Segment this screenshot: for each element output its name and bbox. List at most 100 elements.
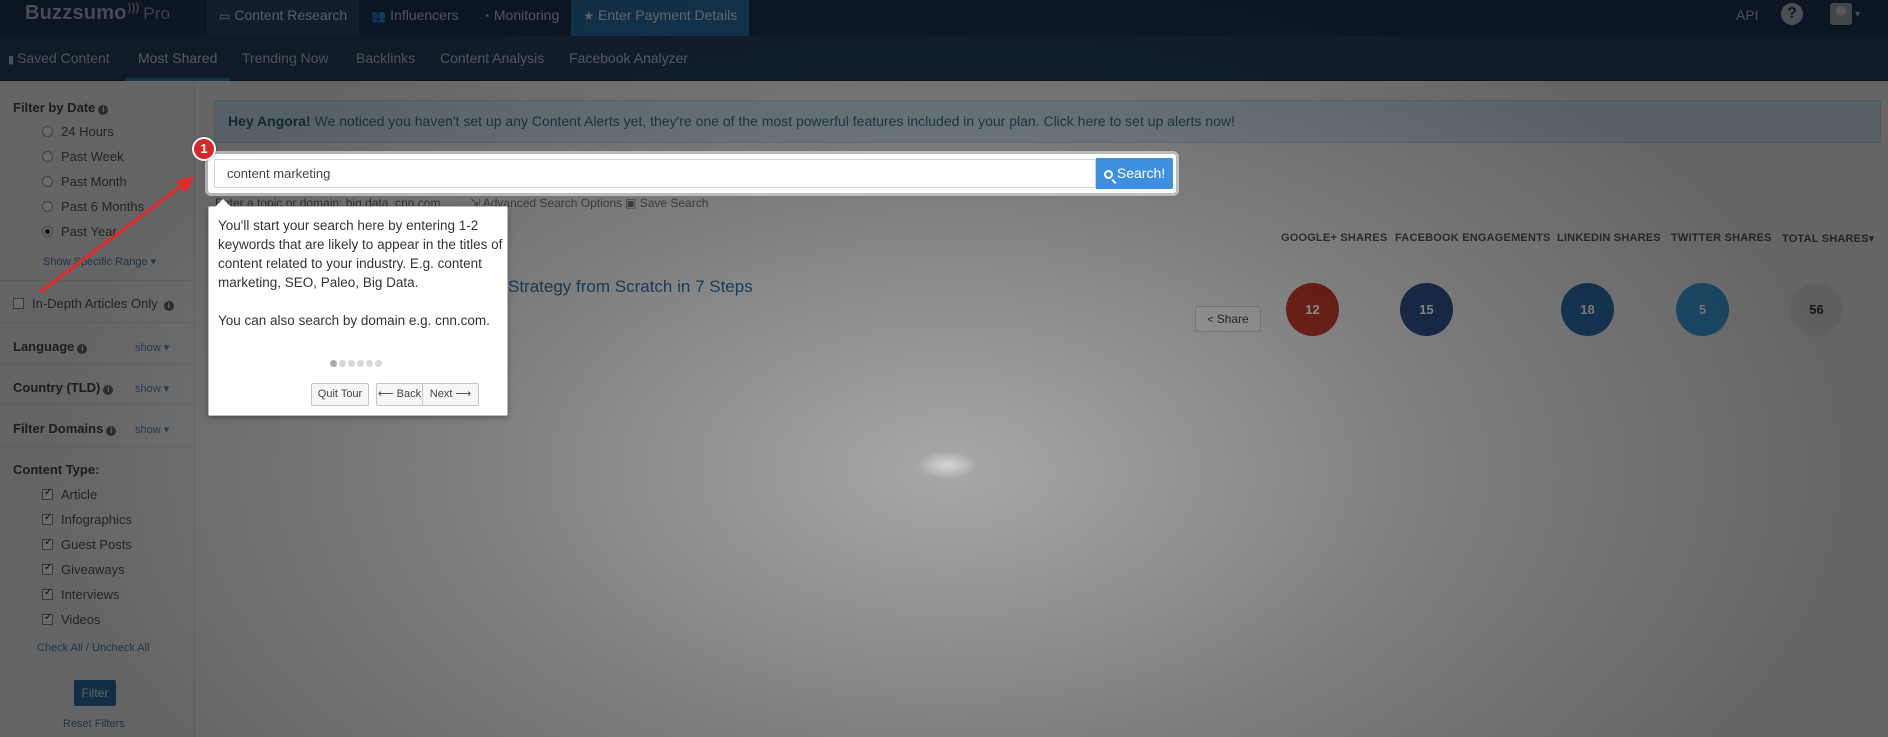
separator: / — [85, 642, 89, 654]
info-icon[interactable]: i — [106, 426, 117, 436]
quit-tour-button[interactable]: Quit Tour — [311, 383, 369, 406]
date-option-past-year[interactable]: Past Year — [42, 224, 117, 239]
country-show-link[interactable]: show ▾ — [135, 382, 169, 395]
subnav-facebook-analyzer[interactable]: Facebook Analyzer — [569, 36, 688, 81]
col-twitter-shares[interactable]: TWITTER SHARES — [1671, 232, 1772, 244]
tab-label: Content Research — [234, 7, 348, 23]
option-label: Past Month — [61, 174, 127, 189]
result-title-link[interactable]: Strategy from Scratch in 7 Steps — [508, 277, 753, 297]
date-option-past-6-months[interactable]: Past 6 Months — [42, 199, 144, 214]
reset-filters-link[interactable]: Reset Filters — [63, 718, 125, 730]
checkbox[interactable] — [42, 612, 53, 625]
checkbox[interactable] — [42, 587, 53, 600]
brand-name: Buzzsumo — [25, 2, 127, 24]
brand-logo[interactable]: Buzzsumo))) Pro — [25, 2, 170, 25]
progress-dot — [330, 360, 337, 367]
checkbox[interactable] — [42, 512, 53, 525]
tour-step-badge: 1 — [192, 137, 216, 161]
radio-button[interactable] — [42, 201, 53, 212]
option-label: Past 6 Months — [61, 199, 145, 214]
tab-content-research[interactable]: ▭ Content Research — [207, 0, 360, 36]
col-linkedin-shares[interactable]: LINKEDIN SHARES — [1557, 232, 1661, 244]
users-icon: 👥 — [371, 9, 387, 23]
uncheck-all-link[interactable]: Uncheck All — [92, 642, 149, 654]
subnav-saved-content[interactable]: ▮ Saved Content — [8, 36, 110, 81]
top-header: Buzzsumo))) Pro ▭ Content Research 👥 Influe… — [0, 0, 1888, 36]
chevron-down-icon: ▾ — [1868, 233, 1875, 245]
info-icon[interactable]: i — [77, 344, 88, 354]
progress-dot — [348, 360, 355, 367]
search-input[interactable] — [214, 159, 1096, 188]
total-count: 56 — [1790, 283, 1843, 336]
content-type-videos[interactable]: Videos — [42, 612, 101, 627]
content-type-infographics[interactable]: Infographics — [42, 512, 132, 527]
option-label: Past Year — [61, 224, 117, 239]
radio-button[interactable] — [42, 176, 53, 187]
info-icon[interactable]: i — [103, 385, 114, 395]
in-depth-articles-option[interactable]: In-Depth Articles Only i — [13, 296, 174, 311]
col-facebook-engagements[interactable]: FACEBOOK ENGAGEMENTS — [1395, 232, 1551, 244]
check-all-link[interactable]: Check All — [37, 642, 83, 654]
date-option-24-hours[interactable]: 24 Hours — [42, 124, 114, 139]
next-button[interactable]: Next ⟶ — [422, 383, 479, 406]
avatar[interactable] — [1830, 3, 1852, 25]
col-google-plus-shares[interactable]: GOOGLE+ SHARES — [1281, 232, 1387, 244]
divider — [0, 280, 195, 281]
progress-dot — [357, 360, 364, 367]
checkbox[interactable] — [42, 487, 53, 500]
col-total-shares[interactable]: TOTAL SHARES▾ — [1782, 232, 1874, 245]
option-label: 24 Hours — [61, 124, 114, 139]
subnav-trending-now[interactable]: Trending Now — [242, 36, 329, 81]
checkbox[interactable] — [13, 298, 24, 309]
tab-label: Enter Payment Details — [598, 7, 738, 23]
sub-nav: ▮ Saved Content Most Shared Trending Now … — [0, 36, 1888, 81]
subnav-backlinks[interactable]: Backlinks — [356, 36, 415, 81]
help-icon[interactable]: ? — [1781, 3, 1803, 25]
tab-enter-payment-details[interactable]: ★ Enter Payment Details — [571, 0, 750, 36]
subnav-label: Trending Now — [242, 50, 329, 66]
share-icon: < — [1207, 314, 1214, 326]
tab-label: Monitoring — [493, 7, 560, 23]
tooltip-paragraph: You'll start your search here by enterin… — [218, 218, 503, 290]
subnav-most-shared[interactable]: Most Shared — [125, 36, 231, 81]
tour-tooltip: You'll start your search here by enterin… — [208, 199, 508, 416]
filter-button[interactable]: Filter — [74, 680, 116, 706]
country-title: Country (TLD) i — [13, 380, 114, 395]
show-specific-range-link[interactable]: Show Specific Range ▾ — [43, 255, 156, 268]
share-button[interactable]: < Share — [1195, 306, 1261, 332]
alert-message[interactable]: We noticed you haven't set up any Conten… — [315, 113, 1235, 129]
info-icon[interactable]: i — [163, 301, 174, 311]
language-show-link[interactable]: show ▾ — [135, 341, 169, 354]
domains-show-link[interactable]: show ▾ — [135, 423, 169, 436]
column-label: TOTAL SHARES — [1782, 233, 1869, 245]
search-button[interactable]: Search! — [1096, 158, 1173, 189]
alert-greeting: Hey Angora! — [228, 113, 311, 129]
dashboard-icon: ◔ — [482, 9, 490, 23]
content-type-interviews[interactable]: Interviews — [42, 587, 120, 602]
content-type-guest-posts[interactable]: Guest Posts — [42, 537, 132, 552]
option-label: Interviews — [61, 587, 120, 602]
radio-button[interactable] — [42, 226, 53, 237]
divider — [0, 404, 195, 405]
radio-button[interactable] — [42, 126, 53, 137]
back-button[interactable]: ⟵ Back — [376, 383, 423, 406]
content-alerts-banner[interactable]: Hey Angora! We noticed you haven't set u… — [214, 100, 1881, 143]
tab-influencers[interactable]: 👥 Influencers — [359, 0, 470, 36]
api-link[interactable]: API — [1736, 0, 1759, 30]
tab-monitoring[interactable]: ◔ Monitoring — [471, 0, 572, 36]
save-search-link[interactable]: ▣ Save Search — [625, 196, 708, 210]
top-nav: ▭ Content Research 👥 Influencers ◔ Monitori… — [207, 0, 750, 36]
radio-button[interactable] — [42, 151, 53, 162]
section-title: Country (TLD) — [13, 380, 101, 395]
date-option-past-month[interactable]: Past Month — [42, 174, 127, 189]
content-type-article[interactable]: Article — [42, 487, 97, 502]
checkbox[interactable] — [42, 537, 53, 550]
checkbox[interactable] — [42, 562, 53, 575]
subnav-content-analysis[interactable]: Content Analysis — [440, 36, 544, 81]
chevron-down-icon[interactable]: ▾ — [1855, 9, 1860, 20]
date-option-past-week[interactable]: Past Week — [42, 149, 124, 164]
option-label: Article — [61, 487, 98, 502]
info-icon[interactable]: i — [98, 105, 109, 115]
share-label: Share — [1216, 312, 1249, 326]
content-type-giveaways[interactable]: Giveaways — [42, 562, 125, 577]
